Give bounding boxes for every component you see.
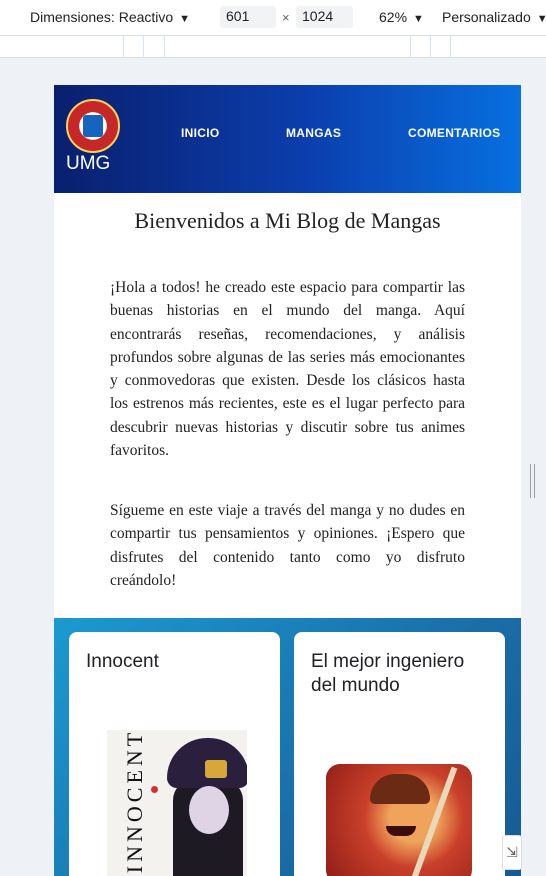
resize-corner-icon[interactable]: ⇲ <box>502 835 522 870</box>
dimension-separator: × <box>282 10 290 25</box>
manga-card-title: El mejor ingeniero del mundo <box>311 651 465 696</box>
brand-text: UMG <box>66 153 111 174</box>
page-title: Bienvenidos a Mi Blog de Mangas <box>134 208 441 233</box>
manga-card-title: Innocent <box>86 651 159 672</box>
ruler-mark <box>143 36 144 58</box>
device-viewport: UMG INICIO MANGAS COMENTARIOS Bienvenido… <box>54 85 521 876</box>
university-seal-logo[interactable] <box>66 99 120 153</box>
seal-emblem <box>83 115 103 137</box>
ruler-mark <box>164 36 165 58</box>
ruler-mark <box>410 36 411 58</box>
zoom-dropdown[interactable]: 62% ▼ <box>379 9 424 25</box>
cover-face <box>386 826 416 836</box>
ruler-mark <box>430 36 431 58</box>
manga-cover-image[interactable]: INNOCENT <box>107 730 247 876</box>
cover-figure <box>370 774 430 804</box>
manga-cover-image[interactable] <box>326 764 472 876</box>
dimensions-dropdown[interactable]: Dimensiones: Reactivo ▼ <box>30 9 190 25</box>
nav-link-inicio[interactable]: INICIO <box>181 126 219 140</box>
height-input[interactable]: 1024 <box>296 6 353 28</box>
preset-label: Personalizado <box>442 9 531 25</box>
ruler-mark <box>450 36 451 58</box>
nav-link-mangas[interactable]: MANGAS <box>286 126 341 140</box>
device-toolbar: Dimensiones: Reactivo ▼ 601 × 1024 62% ▼ P… <box>0 0 546 36</box>
width-input[interactable]: 601 <box>220 6 276 28</box>
throttle-dropdown[interactable]: Personalizado ▼ <box>442 9 546 25</box>
nav-link-comentarios[interactable]: COMENTARIOS <box>408 126 500 140</box>
dimensions-label: Dimensiones: Reactivo <box>30 9 174 25</box>
zoom-label: 62% <box>379 9 408 25</box>
ruler-mark <box>123 36 124 58</box>
site-header: UMG INICIO MANGAS COMENTARIOS <box>54 85 521 193</box>
cover-accent <box>151 786 158 793</box>
manga-card[interactable]: El mejor ingeniero del mundo <box>294 632 505 876</box>
cover-title-text: INNOCENT <box>122 730 148 874</box>
chevron-down-icon: ▼ <box>536 13 546 25</box>
intro-paragraph: ¡Hola a todos! he creado este espacio pa… <box>110 279 465 460</box>
cover-badge <box>205 760 227 778</box>
chevron-down-icon: ▼ <box>413 13 424 25</box>
intro-section: Bienvenidos a Mi Blog de Mangas ¡Hola a … <box>54 193 521 618</box>
media-query-ruler[interactable] <box>0 36 546 58</box>
intro-paragraph: Sígueme en este viaje a través del manga… <box>110 502 465 589</box>
chevron-down-icon: ▼ <box>179 13 191 25</box>
manga-card[interactable]: Innocent INNOCENT <box>69 632 280 876</box>
resize-handle[interactable] <box>530 464 535 498</box>
cover-face <box>189 786 229 834</box>
manga-cards-section: Innocent INNOCENT El mejor ingeniero del… <box>54 618 521 876</box>
